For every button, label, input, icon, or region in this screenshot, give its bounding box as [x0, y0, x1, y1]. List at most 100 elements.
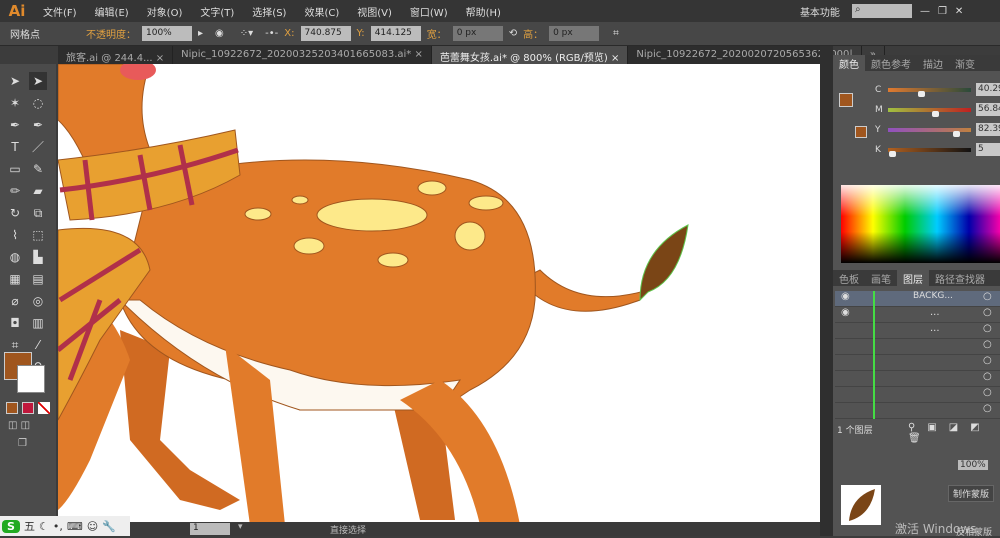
tab-stroke[interactable]: 描边	[917, 55, 949, 71]
restore-button[interactable]: ❐	[938, 6, 947, 17]
c-input[interactable]: 40.29	[976, 83, 1000, 96]
lasso-icon[interactable]: ◌	[29, 94, 47, 112]
blend-tool-icon[interactable]: ◎	[29, 292, 47, 310]
menu-file[interactable]: 文件(F)	[34, 4, 86, 19]
m-slider[interactable]	[888, 108, 971, 117]
workspace-switcher[interactable]: 基本功能	[800, 4, 840, 19]
x-input[interactable]: 740.875	[300, 26, 351, 41]
page-dropdown-icon[interactable]: ▾	[238, 522, 243, 532]
menu-help[interactable]: 帮助(H)	[457, 4, 510, 19]
menu-view[interactable]: 视图(V)	[348, 4, 401, 19]
symbol-sprayer-icon[interactable]: ◘	[6, 314, 24, 332]
y-input[interactable]: 414.125	[370, 26, 421, 41]
make-mask-button[interactable]: 制作蒙版	[948, 485, 995, 502]
artboard-canvas[interactable]	[58, 64, 820, 522]
tab-pathfinder[interactable]: 路径查找器	[929, 270, 991, 286]
gradient-mode-icon[interactable]	[22, 402, 34, 414]
target-icon[interactable]: ○	[983, 355, 992, 366]
color-mode-icon[interactable]	[6, 402, 18, 414]
tab-swatches[interactable]: 色板	[833, 270, 865, 286]
c-slider-thumb[interactable]	[918, 91, 926, 97]
target-icon[interactable]: ○	[983, 291, 992, 302]
selection-tool-icon[interactable]: ➤	[6, 72, 24, 90]
k-slider-thumb[interactable]	[889, 151, 897, 157]
eraser-tool-icon[interactable]: ▰	[29, 182, 47, 200]
target-icon[interactable]: ○	[983, 387, 992, 398]
mesh-tool-icon[interactable]: ▦	[6, 270, 24, 288]
brush-tool-icon[interactable]: ✎	[29, 160, 47, 178]
warp-tool-icon[interactable]: ⌇	[6, 226, 24, 244]
tab-document-1[interactable]: 旅客.ai @ 244.4... ×	[58, 46, 174, 64]
target-icon[interactable]: ○	[983, 403, 992, 414]
eyedropper-icon[interactable]: ⌀	[6, 292, 24, 310]
color-spectrum[interactable]	[841, 185, 1000, 263]
m-input[interactable]: 56.84	[976, 103, 1000, 116]
pen-tool-icon[interactable]: ✒	[6, 116, 24, 134]
y-input[interactable]: 82.39	[976, 123, 1000, 136]
menu-effect[interactable]: 效果(C)	[295, 4, 348, 19]
layer-row[interactable]: ○	[835, 387, 1000, 403]
target-icon[interactable]: ○	[983, 323, 992, 334]
menu-select[interactable]: 选择(S)	[243, 4, 295, 19]
pencil-tool-icon[interactable]: ✏	[6, 182, 24, 200]
curvature-icon[interactable]: ✒	[29, 116, 47, 134]
m-slider-thumb[interactable]	[932, 111, 940, 117]
eye-icon[interactable]: ◉	[841, 307, 850, 318]
scale-tool-icon[interactable]: ⧉	[29, 204, 47, 222]
free-transform-icon[interactable]: ⬚	[29, 226, 47, 244]
tab-layers[interactable]: 图层	[897, 270, 929, 286]
layer-row[interactable]: ◉ BACKG... ○	[835, 291, 1000, 307]
target-icon[interactable]: ○	[983, 339, 992, 350]
tab-brushes[interactable]: 画笔	[865, 270, 897, 286]
menu-type[interactable]: 文字(T)	[191, 4, 243, 19]
layer-row[interactable]: ○	[835, 371, 1000, 387]
tab-gradient[interactable]: 渐变	[949, 55, 981, 71]
column-graph-icon[interactable]: ▥	[29, 314, 47, 332]
layer-row[interactable]: ... ○	[835, 323, 1000, 339]
search-input[interactable]: ⌕	[851, 4, 912, 18]
ime-mode[interactable]: 五	[24, 518, 35, 534]
c-slider[interactable]	[888, 88, 971, 97]
draw-mode-icon[interactable]: ◫ ◫	[8, 420, 30, 431]
rotate-tool-icon[interactable]: ↻	[6, 204, 24, 222]
close-button[interactable]: ✕	[955, 6, 963, 17]
tab-document-3[interactable]: 芭蕾舞女孩.ai* @ 800% (RGB/预览) ×	[431, 46, 629, 64]
panel-fill-swatch[interactable]	[839, 93, 853, 107]
invert-mask-checkbox[interactable]: 反相蒙版	[956, 525, 992, 538]
opacity-input[interactable]: 100%	[142, 26, 192, 41]
menu-edit[interactable]: 编辑(E)	[86, 4, 138, 19]
screen-mode-icon[interactable]: ❐	[18, 438, 27, 449]
layer-actions[interactable]: ⚲▣◪◩🗑	[908, 422, 1000, 444]
height-input[interactable]: 0 px	[549, 26, 600, 41]
recolor-icon[interactable]: ◉	[215, 28, 224, 39]
graph-tool-icon[interactable]: ▙	[29, 248, 47, 266]
k-input[interactable]: 5	[976, 143, 1000, 156]
target-icon[interactable]: ○	[983, 307, 992, 318]
minimize-button[interactable]: —	[920, 6, 930, 17]
target-icon[interactable]: ○	[983, 371, 992, 382]
tab-document-2[interactable]: Nipic_10922672_20200325203401665083.ai* …	[173, 46, 432, 64]
punctuation-icon[interactable]: •,	[53, 520, 63, 533]
y-slider[interactable]	[888, 128, 971, 137]
layer-row[interactable]: ○	[835, 339, 1000, 355]
line-tool-icon[interactable]: ／	[29, 138, 47, 156]
eye-icon[interactable]: ◉	[841, 291, 850, 302]
k-slider[interactable]	[888, 148, 971, 157]
shape-builder-icon[interactable]: ◍	[6, 248, 24, 266]
rectangle-tool-icon[interactable]: ▭	[6, 160, 24, 178]
direct-selection-tool-icon[interactable]: ➤	[29, 72, 47, 90]
none-mode-icon[interactable]	[38, 402, 50, 414]
width-input[interactable]: 0 px	[452, 26, 503, 41]
menu-window[interactable]: 窗口(W)	[401, 4, 457, 19]
transform-icon[interactable]: ⁘▾	[240, 28, 253, 39]
stroke-swatch[interactable]	[17, 365, 45, 393]
opacity-arrow-icon[interactable]: ▸	[198, 28, 203, 39]
sogou-icon[interactable]: S	[2, 519, 20, 533]
wrench-icon[interactable]: 🔧	[102, 520, 116, 533]
moon-icon[interactable]: ☾	[39, 520, 49, 533]
tab-color[interactable]: 颜色	[833, 55, 865, 71]
layer-row[interactable]: ◉... ○	[835, 307, 1000, 323]
link-icon[interactable]: ⟲	[509, 28, 517, 39]
layer-row[interactable]: ○	[835, 403, 1000, 419]
y-slider-thumb[interactable]	[953, 131, 961, 137]
